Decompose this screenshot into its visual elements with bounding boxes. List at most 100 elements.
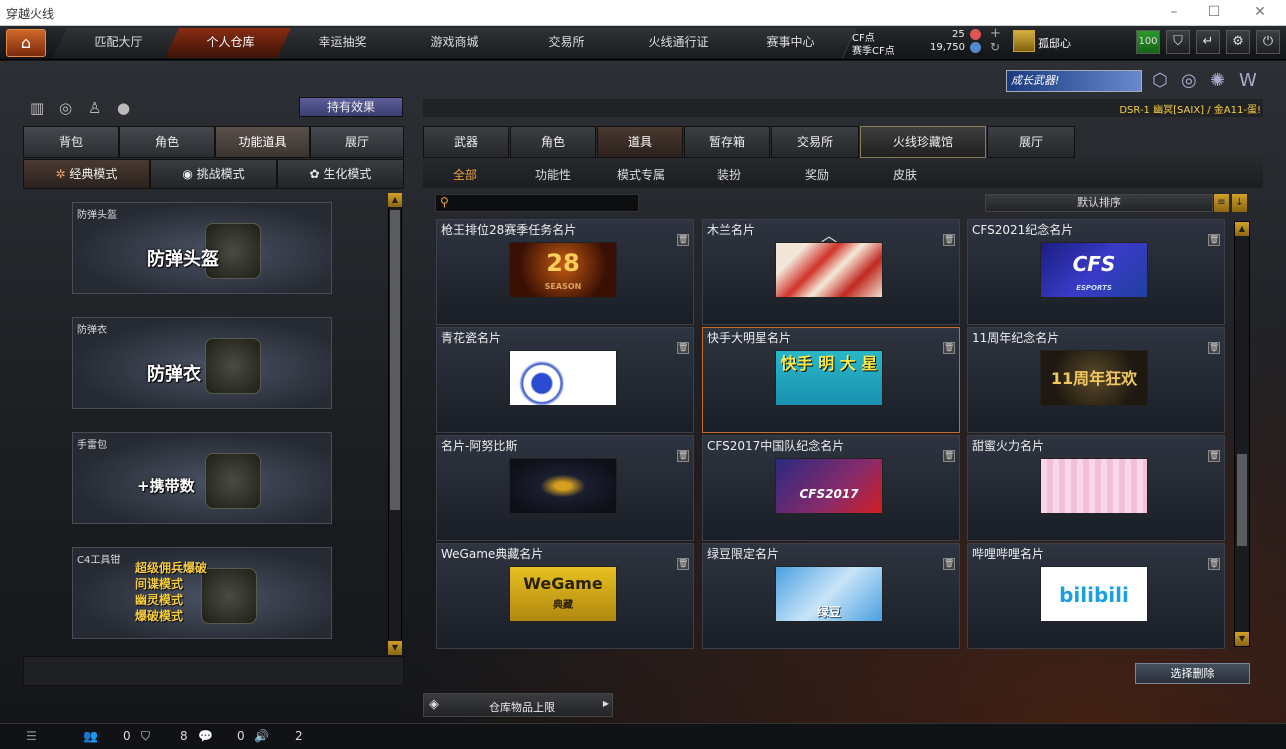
cycle-icon[interactable]: ◎ <box>59 99 72 117</box>
grenade-small-icon[interactable]: ● <box>117 99 130 117</box>
search-input[interactable]: ⚲ <box>435 194 639 212</box>
mode-tab-label: 生化模式 <box>323 167 372 181</box>
subtab-reward[interactable]: 奖励 <box>805 166 829 183</box>
trash-icon[interactable]: 🗑 <box>677 450 689 462</box>
card-item[interactable]: 11周年纪念名片 🗑 11周年狂欢 <box>967 327 1225 433</box>
add-points-icon[interactable]: + <box>990 26 1001 41</box>
nav-tab-exchange[interactable]: 交易所 <box>501 28 633 58</box>
mode-tab-classic[interactable]: ✲ 经典模式 <box>23 159 150 189</box>
home-icon[interactable]: ⌂ <box>6 29 46 57</box>
card-item[interactable]: 名片-阿努比斯 🗑 <box>436 435 694 541</box>
sort-dropdown[interactable]: 默认排序 <box>985 194 1213 212</box>
cat-tab-function-item[interactable]: 功能道具 <box>215 126 310 158</box>
tab-exchange[interactable]: 交易所 <box>771 126 859 158</box>
subtab-skin[interactable]: 皮肤 <box>893 166 917 183</box>
item-card-vest[interactable]: 防弹衣 防弹衣 <box>72 317 332 409</box>
emblem-icon-3[interactable]: ✺ <box>1210 70 1225 91</box>
card-item[interactable]: 甜蜜火力名片 🗑 <box>967 435 1225 541</box>
card-image-subtext: ESPORTS <box>1076 284 1112 292</box>
select-delete-button[interactable]: 选择删除 <box>1135 663 1250 684</box>
trash-icon[interactable]: 🗑 <box>943 234 955 246</box>
tab-characters[interactable]: 角色 <box>510 126 596 158</box>
card-item[interactable]: CFS2021纪念名片 🗑 CFS ESPORTS <box>967 219 1225 325</box>
clan-icon[interactable]: ⛉ <box>141 729 150 744</box>
subtab-function[interactable]: 功能性 <box>535 166 571 183</box>
power-icon[interactable]: ⏻ <box>1256 30 1280 54</box>
card-item[interactable]: 绿豆限定名片 🗑 绿豆 <box>702 543 960 649</box>
tab-weapons[interactable]: 武器 <box>423 126 509 158</box>
trash-icon[interactable]: 🗑 <box>943 342 955 354</box>
card-item[interactable]: 青花瓷名片 🗑 <box>436 327 694 433</box>
nav-tab-shop[interactable]: 游戏商城 <box>389 28 521 58</box>
nav-tab-pass[interactable]: 火线通行证 <box>613 28 745 58</box>
chat-count: 0 <box>237 729 245 743</box>
item-card-c4-tool[interactable]: C4工具钳 超级佣兵爆破 间谍模式 幽灵模式 爆破模式 <box>72 547 332 639</box>
storage-limit-button[interactable]: ◈ 仓库物品上限 ▶ <box>423 693 613 717</box>
trash-icon[interactable]: 🗑 <box>943 450 955 462</box>
mode-tab-zombie[interactable]: ✿ 生化模式 <box>277 159 404 189</box>
sort-order-icon[interactable]: ↓ <box>1232 194 1247 212</box>
volume-icon[interactable]: 🔊 <box>254 729 269 743</box>
left-scrollbar[interactable]: ▲ ▼ <box>388 193 402 655</box>
trash-icon[interactable]: 🗑 <box>1208 558 1220 570</box>
cat-tab-gallery[interactable]: 展厅 <box>310 126 404 158</box>
scroll-down-icon[interactable]: ▼ <box>1235 632 1249 646</box>
shield-icon[interactable]: ⛉ <box>1166 30 1190 54</box>
subtab-all[interactable]: 全部 <box>453 166 477 183</box>
nav-tab-events[interactable]: 赛事中心 <box>725 28 857 58</box>
subtab-outfit[interactable]: 装扮 <box>717 166 741 183</box>
gear-icon[interactable]: ⚙ <box>1226 30 1250 54</box>
item-card-helmet[interactable]: 防弹头盔 防弹头盔 <box>72 202 332 294</box>
card-item[interactable]: 枪王排位28赛季任务名片 🗑 28 SEASON <box>436 219 694 325</box>
hold-effect-button[interactable]: 持有效果 <box>299 97 403 117</box>
scroll-up-icon[interactable]: ▲ <box>388 193 402 207</box>
scroll-up-icon[interactable]: ▲ <box>1235 222 1249 236</box>
card-item[interactable]: CFS2017中国队纪念名片 🗑 CFS2017 <box>702 435 960 541</box>
emblem-icon-1[interactable]: ⬡ <box>1152 70 1168 91</box>
chevron-right-icon: ▶ <box>602 699 609 708</box>
scroll-thumb[interactable] <box>1237 454 1247 546</box>
nav-tab-match-lobby[interactable]: 匹配大厅 <box>53 28 185 58</box>
emblem-icon-2[interactable]: ◎ <box>1181 70 1197 91</box>
right-scrollbar[interactable]: ▲ ▼ <box>1234 221 1250 647</box>
item-label: 防弹衣 <box>147 364 201 385</box>
chat-icon[interactable]: 💬 <box>198 729 213 743</box>
maximize-icon[interactable]: ☐ <box>1200 3 1228 21</box>
list-view-icon[interactable]: ≡ <box>1214 194 1229 212</box>
cat-tab-character[interactable]: 角色 <box>119 126 215 158</box>
nav-tab-warehouse[interactable]: 个人仓库 <box>165 28 297 58</box>
scroll-down-icon[interactable]: ▼ <box>388 641 402 655</box>
tab-collection[interactable]: 火线珍藏馆 <box>860 126 986 158</box>
mode-tab-challenge[interactable]: ◉ 挑战模式 <box>150 159 277 189</box>
trash-icon[interactable]: 🗑 <box>677 234 689 246</box>
tab-temp-box[interactable]: 暂存箱 <box>684 126 770 158</box>
stats-icon[interactable]: ▥ <box>30 99 44 117</box>
friends-icon[interactable]: 👥 <box>83 729 98 743</box>
card-item-selected[interactable]: 快手大明星名片 🗑 快手 明 大 星 <box>702 327 960 433</box>
minimize-icon[interactable]: – <box>1160 3 1188 21</box>
card-item[interactable]: WeGame典藏名片 🗑 WeGame 典藏 <box>436 543 694 649</box>
card-item[interactable]: 木兰名片 🗑 ︿ <box>702 219 960 325</box>
item-card-grenade-pack[interactable]: 手雷包 +携带数 <box>72 432 332 524</box>
trash-icon[interactable]: 🗑 <box>677 342 689 354</box>
tab-gallery[interactable]: 展厅 <box>987 126 1075 158</box>
trash-icon[interactable]: 🗑 <box>1208 450 1220 462</box>
card-item[interactable]: 哔哩哔哩名片 🗑 bilibili <box>967 543 1225 649</box>
trash-icon[interactable]: 🗑 <box>943 558 955 570</box>
menu-list-icon[interactable]: ☰ <box>26 729 37 743</box>
growth-weapon-banner[interactable]: 成长武器! <box>1006 70 1142 92</box>
trash-icon[interactable]: 🗑 <box>677 558 689 570</box>
refresh-icon[interactable]: ↻ <box>990 40 1000 54</box>
cat-tab-bag[interactable]: 背包 <box>23 126 119 158</box>
scroll-thumb[interactable] <box>390 210 400 510</box>
return-icon[interactable]: ↵ <box>1196 30 1220 54</box>
nav-tab-label: 匹配大厅 <box>94 35 143 49</box>
close-icon[interactable]: ✕ <box>1246 3 1274 21</box>
subtab-mode-exclusive[interactable]: 模式专属 <box>617 166 665 183</box>
emblem-icon-4[interactable]: W <box>1239 70 1257 91</box>
soldier-icon[interactable]: ♙ <box>88 99 101 117</box>
trash-icon[interactable]: 🗑 <box>1208 342 1220 354</box>
trash-icon[interactable]: 🗑 <box>1208 234 1220 246</box>
nav-tab-lottery[interactable]: 幸运抽奖 <box>277 28 409 58</box>
tab-items[interactable]: 道具 <box>597 126 683 158</box>
